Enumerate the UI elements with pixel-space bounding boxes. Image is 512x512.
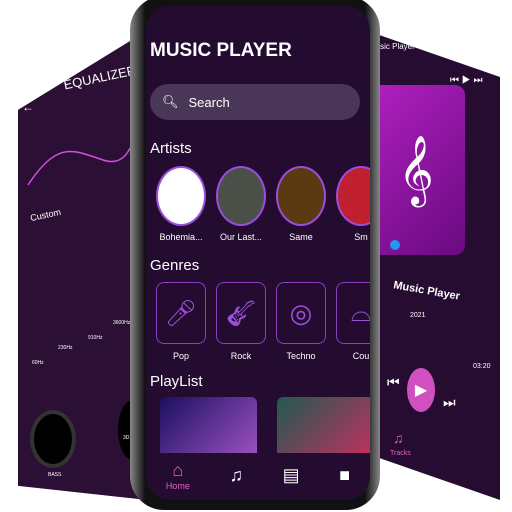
- eq-curve: [27, 109, 148, 186]
- bass-knob[interactable]: [30, 410, 76, 468]
- genre-techno[interactable]: ◎ Techno: [276, 282, 326, 361]
- home-icon: ⌂: [172, 459, 184, 480]
- hat-icon: ⌓: [336, 282, 370, 344]
- play-button[interactable]: ▶: [407, 368, 435, 412]
- band-label: 3600Hz: [113, 320, 131, 326]
- playlist-item[interactable]: [277, 397, 370, 453]
- bottom-nav: ⌂ Home ♫ ▤ ■: [146, 450, 370, 500]
- music-note-icon: ♫: [229, 464, 243, 485]
- microphone-icon: 🎤︎: [156, 282, 206, 344]
- tracks-tab[interactable]: Tracks: [390, 450, 411, 457]
- player-panel: Music Player ⏮ ▶ ⏭ 𝄞 Music Player 2021 0…: [365, 30, 500, 500]
- artist-item[interactable]: Same: [276, 166, 326, 242]
- band-label: 60Hz: [32, 360, 44, 366]
- knob-label: BASS: [48, 472, 62, 478]
- tracks-icon[interactable]: ♫: [393, 430, 404, 446]
- prev-button[interactable]: ⏮: [387, 374, 400, 391]
- playlist-icon: ▤: [282, 464, 300, 485]
- nav-home[interactable]: ⌂ Home: [166, 460, 190, 491]
- nav-playlists[interactable]: ▤: [283, 465, 300, 486]
- nav-folders[interactable]: ■: [339, 465, 350, 486]
- eq-preset[interactable]: Custom: [29, 207, 61, 223]
- duration: 03:20: [473, 363, 491, 370]
- search-placeholder: Search: [188, 94, 230, 110]
- band-label: 910Hz: [88, 335, 103, 341]
- guitar-icon: 🎸︎: [216, 282, 266, 344]
- search-icon: 🔍︎: [162, 94, 179, 109]
- genre-pop[interactable]: 🎤︎ Pop: [156, 282, 206, 361]
- seek-handle[interactable]: [390, 240, 400, 250]
- equalizer-title: EQUALIZER: [62, 62, 138, 93]
- turntable-icon: ◎: [276, 282, 326, 344]
- playlist-heading: PlayList: [150, 373, 203, 390]
- genre-country[interactable]: ⌓ Cou: [336, 282, 370, 361]
- artist-item[interactable]: Bohemia...: [156, 166, 206, 242]
- folder-icon: ■: [339, 464, 351, 485]
- search-input[interactable]: 🔍︎ Search: [150, 84, 360, 120]
- genre-rock[interactable]: 🎸︎ Rock: [216, 282, 266, 361]
- page-title: MUSIC PLAYER: [150, 40, 292, 61]
- artists-heading: Artists: [150, 140, 192, 157]
- next-button[interactable]: ⏭: [443, 394, 456, 411]
- knob-label: 3D: [123, 435, 130, 441]
- main-screen: MUSIC PLAYER 🔍︎ Search Artists Bohemia...…: [146, 6, 370, 500]
- song-year: 2021: [410, 312, 426, 319]
- playlist-item[interactable]: [160, 397, 257, 453]
- equalizer-panel: ← EQUALIZER Custom 60Hz 230Hz 910Hz 3600…: [18, 30, 148, 500]
- artist-item[interactable]: Our Last...: [216, 166, 266, 242]
- song-title: Music Player: [392, 279, 461, 303]
- album-art: 𝄞: [367, 85, 465, 255]
- nav-tracks[interactable]: ♫: [229, 465, 243, 486]
- band-label: 230Hz: [58, 345, 73, 351]
- artist-item[interactable]: Sm: [336, 166, 370, 242]
- genres-heading: Genres: [150, 257, 200, 274]
